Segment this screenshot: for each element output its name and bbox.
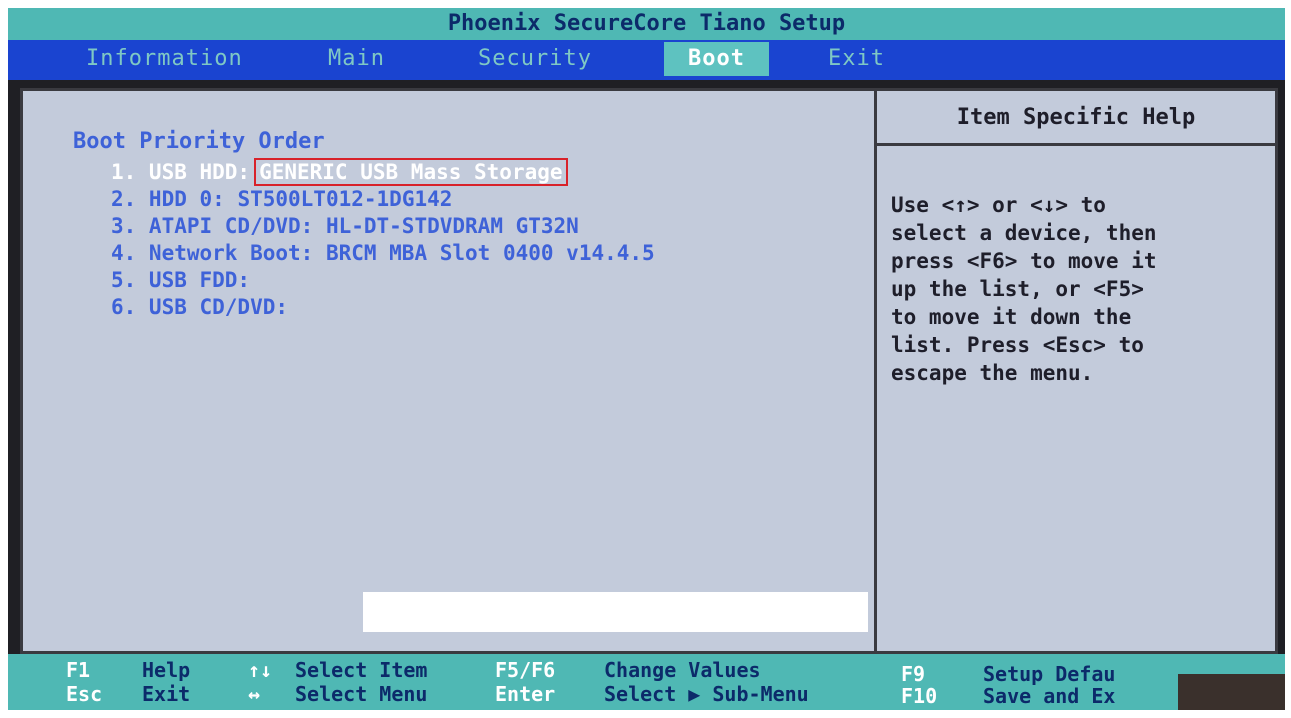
key-f9: F9 xyxy=(901,662,926,686)
boot-item-label: 2. HDD 0: xyxy=(111,187,225,211)
setup-title: Phoenix SecureCore Tiano Setup xyxy=(8,8,1285,40)
status-bar: F1 Help Esc Exit ↑↓ Select Item ↔ Select… xyxy=(8,654,1285,710)
boot-item-usb-cd-dvd[interactable]: 6. USB CD/DVD: xyxy=(111,294,655,321)
select-item-hint: Select Item xyxy=(295,658,428,682)
change-values-hint: Change Values xyxy=(604,658,761,682)
tab-information[interactable]: Information xyxy=(86,42,243,76)
boot-item-value: GENERIC USB Mass Storage xyxy=(254,158,568,186)
boot-item-usb-fdd[interactable]: 5. USB FDD: xyxy=(111,267,655,294)
tab-main[interactable]: Main xyxy=(328,42,385,76)
bios-screen: Phoenix SecureCore Tiano Setup Informati… xyxy=(8,8,1285,710)
help-text: Use <↑> or <↓> to select a device, then … xyxy=(891,193,1157,385)
boot-item-label: 5. USB FDD: xyxy=(111,268,251,292)
arrow-leftright-icon: ↔ xyxy=(248,682,261,706)
key-f10: F10 xyxy=(901,684,938,708)
exit-hint: Exit xyxy=(142,682,191,706)
boot-item-value: ST500LT012-1DG142 xyxy=(237,187,453,211)
boot-item-usb-hdd[interactable]: 1. USB HDD: GENERIC USB Mass Storage xyxy=(111,158,655,186)
boot-item-label: 4. Network Boot: xyxy=(111,241,314,265)
help-hint: Help xyxy=(142,658,191,682)
setup-defaults-hint: Setup Defau xyxy=(983,662,1116,686)
boot-options-panel: Boot Priority Order 1. USB HDD: GENERIC U… xyxy=(20,88,880,654)
boot-item-label: 6. USB CD/DVD: xyxy=(111,295,289,319)
boot-item-atapi-cd-dvd[interactable]: 3. ATAPI CD/DVD: HL-DT-STDVDRAM GT32N xyxy=(111,213,655,240)
boot-item-value: HL-DT-STDVDRAM GT32N xyxy=(325,214,579,238)
redaction-patch xyxy=(363,592,868,632)
obscured-corner xyxy=(1178,674,1285,710)
boot-item-label: 3. ATAPI CD/DVD: xyxy=(111,214,314,238)
menu-bar: Information Main Security Boot Exit xyxy=(8,40,1285,80)
key-enter: Enter xyxy=(495,682,556,706)
boot-item-hdd0[interactable]: 2. HDD 0: ST500LT012-1DG142 xyxy=(111,186,655,213)
select-menu-hint: Select Menu xyxy=(295,682,428,706)
tab-boot[interactable]: Boot xyxy=(664,42,769,76)
boot-priority-list: 1. USB HDD: GENERIC USB Mass Storage 2. H… xyxy=(111,158,655,321)
key-f5-f6: F5/F6 xyxy=(495,658,556,682)
key-f1: F1 xyxy=(66,658,91,682)
section-title: Boot Priority Order xyxy=(73,129,325,154)
arrow-updown-icon: ↑↓ xyxy=(248,658,273,682)
tab-exit[interactable]: Exit xyxy=(828,42,885,76)
help-panel: Item Specific Help Use <↑> or <↓> to sel… xyxy=(874,88,1278,654)
save-exit-hint: Save and Ex xyxy=(983,684,1116,708)
boot-item-value: BRCM MBA Slot 0400 v14.4.5 xyxy=(325,241,655,265)
boot-item-label: 1. USB HDD: xyxy=(111,160,251,184)
sub-menu-hint: Select ▶ Sub-Menu xyxy=(604,682,809,706)
key-esc: Esc xyxy=(66,682,103,706)
boot-item-network-boot[interactable]: 4. Network Boot: BRCM MBA Slot 0400 v14.… xyxy=(111,240,655,267)
help-title: Item Specific Help xyxy=(877,91,1275,146)
tab-security[interactable]: Security xyxy=(478,42,592,76)
